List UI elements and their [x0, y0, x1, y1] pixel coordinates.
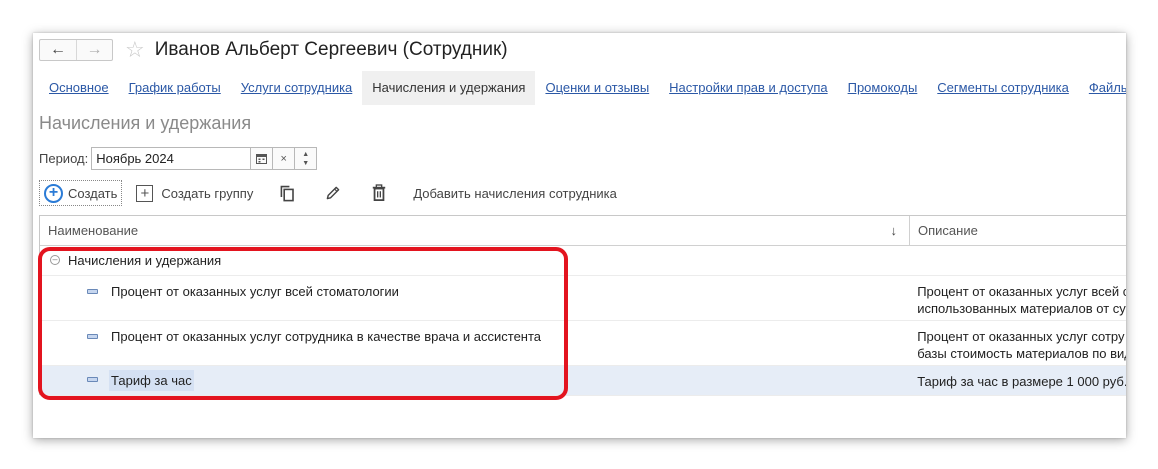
toolbar: + Создать + Создать группу Добавить начи… — [39, 179, 621, 207]
create-group-label: Создать группу — [161, 185, 254, 201]
copy-icon — [280, 185, 295, 202]
plus-circle-icon: + — [44, 183, 63, 203]
row-name: Тариф за час — [109, 370, 194, 391]
column-description-label: Описание — [918, 223, 978, 238]
window-title: Иванов Альберт Сергеевич (Сотрудник) — [154, 39, 508, 60]
group-desc-cell — [909, 246, 1126, 275]
table-header: Наименование ↓ Описание — [40, 216, 1126, 246]
add-accruals-button[interactable]: Добавить начисления сотрудника — [409, 180, 621, 206]
column-header-description[interactable]: Описание — [910, 216, 978, 246]
row-desc-cell: Процент от оказанных услуг всей с исполь… — [909, 276, 1126, 320]
calendar-icon — [256, 154, 268, 164]
arrow-right-icon: → — [86, 41, 103, 58]
period-spinner[interactable]: ▲ ▼ — [295, 147, 318, 170]
nav-buttons: ← → — [39, 39, 113, 61]
add-accruals-label: Добавить начисления сотрудника — [413, 185, 617, 201]
close-icon: × — [280, 152, 287, 165]
accruals-table: Наименование ↓ Описание – Начисления и у… — [39, 215, 1126, 396]
column-header-name[interactable]: Наименование ↓ — [40, 216, 910, 246]
row-name-cell: Процент от оказанных услуг сотрудника в … — [40, 321, 909, 365]
employee-window: ← → ☆ Иванов Альберт Сергеевич (Сотрудни… — [33, 33, 1126, 438]
create-button[interactable]: + Создать — [39, 180, 123, 206]
column-name-label: Наименование — [48, 223, 139, 238]
trash-icon — [373, 184, 386, 201]
item-icon — [87, 377, 98, 382]
table-row[interactable]: Процент от оказанных услуг сотрудника в … — [40, 321, 1126, 366]
forward-button[interactable]: → — [76, 40, 112, 60]
tab-files[interactable]: Файлы — [1079, 71, 1126, 105]
period-input[interactable]: Ноябрь 2024 — [91, 147, 252, 170]
tab-main[interactable]: Основное — [39, 71, 119, 105]
tab-bar: Основное График работы Услуги сотрудника… — [39, 71, 1126, 105]
table-row-selected[interactable]: Тариф за час Тариф за час в размере 1 00… — [40, 366, 1126, 396]
period-label: Период: — [39, 151, 89, 166]
chevron-up-icon[interactable]: ▲ — [302, 150, 309, 159]
row-name: Процент от оказанных услуг сотрудника в … — [111, 329, 542, 344]
sort-arrow-icon: ↓ — [890, 223, 898, 238]
tab-schedule[interactable]: График работы — [119, 71, 231, 105]
period-selector: Период: Ноябрь 2024 × ▲ ▼ — [39, 147, 318, 170]
row-name-cell: Процент от оказанных услуг всей стоматол… — [40, 276, 909, 320]
clear-button[interactable]: × — [273, 147, 296, 170]
calendar-button[interactable] — [251, 147, 274, 170]
arrow-left-icon: ← — [50, 41, 66, 58]
item-icon — [87, 334, 98, 339]
copy-button[interactable] — [275, 181, 299, 205]
tab-services[interactable]: Услуги сотрудника — [231, 71, 363, 105]
title-bar: ← → ☆ Иванов Альберт Сергеевич (Сотрудни… — [39, 37, 508, 63]
row-desc-line: Процент от оказанных услуг всей с — [917, 284, 1126, 299]
group-name: Начисления и удержания — [68, 253, 222, 268]
tab-accruals[interactable]: Начисления и удержания — [362, 71, 536, 105]
create-label: Создать — [68, 185, 118, 201]
create-group-button[interactable]: + Создать группу — [132, 180, 257, 206]
chevron-down-icon[interactable]: ▼ — [302, 159, 309, 168]
pencil-icon — [327, 186, 340, 200]
row-desc-line: использованных материалов от су — [917, 301, 1126, 316]
item-icon — [87, 289, 98, 294]
plus-square-icon: + — [136, 184, 154, 202]
group-row[interactable]: – Начисления и удержания — [40, 246, 1126, 276]
row-desc-line: Тариф за час в размере 1 000 руб. — [917, 374, 1126, 389]
edit-button[interactable] — [321, 181, 345, 205]
tab-segments[interactable]: Сегменты сотрудника — [927, 71, 1079, 105]
tab-access[interactable]: Настройки прав и доступа — [659, 71, 837, 105]
row-desc-line: базы стоимость материалов по вид — [917, 346, 1126, 361]
group-name-cell: – Начисления и удержания — [40, 246, 909, 275]
row-name-cell: Тариф за час — [40, 366, 909, 395]
section-title: Начисления и удержания — [39, 113, 252, 133]
row-desc-line: Процент от оказанных услуг сотру — [917, 329, 1125, 344]
star-icon[interactable]: ☆ — [125, 39, 145, 61]
collapse-icon[interactable]: – — [50, 255, 60, 265]
row-name: Процент от оказанных услуг всей стоматол… — [111, 284, 399, 299]
back-button[interactable]: ← — [40, 40, 76, 60]
table-row[interactable]: Процент от оказанных услуг всей стоматол… — [40, 276, 1126, 321]
tab-promocodes[interactable]: Промокоды — [838, 71, 928, 105]
tab-reviews[interactable]: Оценки и отзывы — [535, 71, 659, 105]
row-desc-cell: Процент от оказанных услуг сотру базы ст… — [909, 321, 1126, 365]
row-desc-cell: Тариф за час в размере 1 000 руб. — [909, 366, 1126, 395]
delete-button[interactable] — [367, 181, 391, 205]
